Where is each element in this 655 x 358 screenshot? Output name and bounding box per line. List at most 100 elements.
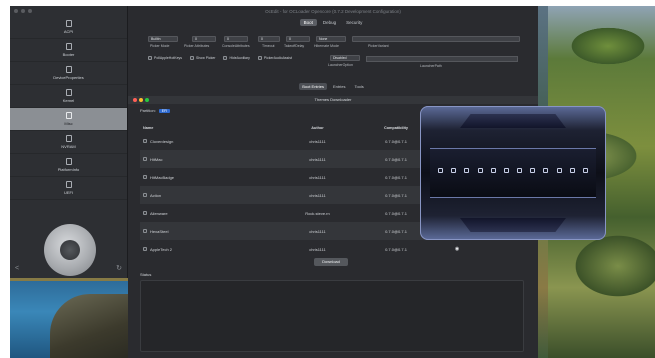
preview-entry-icon (543, 168, 549, 173)
preview-entry-icon (517, 168, 523, 173)
sidebar-item-kernel[interactable]: Kernel (10, 85, 127, 108)
table-row[interactable]: AppleTech 2 chris1111 0.7.0@0.7.1 ◉ (140, 240, 524, 258)
takeoff-delay-field[interactable]: 0 (286, 36, 310, 42)
status-log (140, 280, 524, 352)
zoom-dot[interactable] (28, 9, 32, 13)
document-icon (65, 135, 72, 142)
preview-entry-icon (464, 168, 470, 173)
row-checkbox[interactable] (143, 193, 147, 197)
theme-name: AppleTech 2 (150, 246, 173, 252)
picker-attributes-field[interactable]: 0 (192, 36, 216, 42)
checkbox-hide-auxiliary[interactable]: HideAuxiliary (223, 56, 250, 60)
row-checkbox[interactable] (143, 229, 147, 233)
theme-author: chris1111 (309, 138, 326, 144)
picker-attributes-label: Picker Attributes (184, 44, 210, 48)
close-button[interactable] (133, 98, 137, 102)
col-author[interactable]: Author (280, 126, 355, 130)
sidebar-item-misc[interactable]: Misc (10, 108, 127, 131)
sidebar-item-label: Kernel (62, 98, 75, 103)
sidebar-item-deviceproperties[interactable]: DeviceProperties (10, 62, 127, 85)
status-label: Status (140, 272, 152, 277)
checkbox-poll-apple-hotkeys[interactable]: PollAppleHotKeys (148, 56, 182, 60)
theme-name-cell: Alienware (140, 211, 280, 216)
col-name[interactable]: Name (140, 126, 280, 130)
close-dot[interactable] (14, 9, 18, 13)
preview-entry-icon (503, 168, 509, 173)
theme-author: Rock.steve.rn (305, 210, 330, 216)
timeout-field[interactable]: 0 (258, 36, 280, 42)
theme-name-cell: HitMac (140, 157, 280, 162)
mount-knob[interactable] (44, 224, 96, 276)
launcher-path-field[interactable] (366, 56, 518, 62)
preview-top-bezel (460, 114, 566, 128)
hibernate-mode-select[interactable]: None (316, 36, 346, 42)
boot-settings: Builtin Picker Mode 0 Picker Attributes … (148, 36, 520, 52)
timeout-label: Timeout (262, 44, 275, 48)
knob-center (60, 240, 80, 260)
theme-name-cell: AppleTech 2 (140, 247, 280, 252)
row-checkbox[interactable] (143, 157, 147, 161)
theme-name-cell: Action (140, 193, 280, 198)
document-icon (65, 89, 72, 96)
picker-mode-label: Picker Mode (150, 44, 170, 48)
partition-picker: Partition: EFI (140, 108, 171, 113)
row-checkbox[interactable] (143, 175, 147, 179)
partition-select[interactable]: EFI (158, 108, 171, 113)
sidebar-item-label: UEFI (63, 190, 74, 195)
document-icon (65, 181, 72, 188)
sidebar-item-label: PlatformInfo (57, 167, 80, 172)
section-tabs: Boot Debug Security (128, 19, 538, 26)
preview-entry-icon (582, 168, 588, 173)
tab-entries[interactable]: Entries (330, 83, 348, 90)
hibernate-mode-label: Hibernate Mode (314, 44, 339, 48)
picker-mode-select[interactable]: Builtin (148, 36, 178, 42)
settings-icon[interactable]: ↻ (116, 264, 122, 272)
preview-entry-icon (556, 168, 562, 173)
launcher-option-select[interactable]: Disabled (330, 55, 360, 61)
row-checkbox[interactable] (143, 211, 147, 215)
theme-name-cell: HexaSteel (140, 229, 280, 234)
row-checkbox[interactable] (143, 247, 147, 251)
checkbox-picker-audio-assist[interactable]: PickerAudioAssist (257, 56, 292, 60)
console-attributes-label: ConsoleAttributes (222, 44, 250, 48)
theme-name-cell: HitMacBadge (140, 175, 280, 180)
row-checkbox[interactable] (143, 139, 147, 143)
minimize-dot[interactable] (21, 9, 25, 13)
minimize-button[interactable] (139, 98, 143, 102)
tab-boot[interactable]: Boot (299, 19, 317, 26)
tab-tools[interactable]: Tools (351, 83, 366, 90)
theme-name: Action (150, 192, 162, 198)
theme-preview-window[interactable] (420, 106, 606, 240)
theme-compatibility: 0.7.0@0.7.1 (385, 246, 407, 252)
sidebar-item-uefi[interactable]: UEFI (10, 177, 127, 200)
preview-entry-icon (438, 168, 443, 173)
sidebar-item-acpi[interactable]: ACPI (10, 16, 127, 39)
sidebar-item-booter[interactable]: Booter (10, 39, 127, 62)
preview-icon-bar (430, 148, 596, 198)
theme-name: HitMacBadge (150, 174, 175, 180)
document-icon (65, 158, 72, 165)
boot-checkboxes: PollAppleHotKeys Show Picker HideAuxilia… (148, 56, 292, 60)
zoom-button[interactable] (145, 98, 149, 102)
console-attributes-field[interactable]: 0 (224, 36, 248, 42)
theme-name: HitMac (150, 156, 163, 162)
theme-author: chris1111 (309, 192, 326, 198)
picker-variant-field[interactable] (352, 36, 520, 42)
sidebar-item-label: ACPI (63, 29, 74, 34)
downloader-title: Themes Downloader (314, 97, 352, 102)
sidebar-item-nvram[interactable]: NVRAM (10, 131, 127, 154)
download-button[interactable]: Download (314, 258, 348, 266)
theme-author: chris1111 (309, 246, 326, 252)
preview-entry-icon (530, 168, 536, 173)
theme-author: chris1111 (309, 174, 326, 180)
checkbox-show-picker[interactable]: Show Picker (190, 56, 215, 60)
partition-label: Partition: (140, 108, 156, 113)
eye-icon[interactable]: ◉ (455, 246, 459, 252)
tab-debug[interactable]: Debug (319, 19, 340, 26)
sidebar-item-label: Misc (64, 121, 73, 126)
preview-entry-icon (490, 168, 496, 173)
sidebar-item-platforminfo[interactable]: PlatformInfo (10, 154, 127, 177)
share-icon[interactable]: < (15, 265, 19, 272)
tab-boot-entries[interactable]: Boot Entries (299, 83, 327, 90)
tab-security[interactable]: Security (342, 19, 366, 26)
